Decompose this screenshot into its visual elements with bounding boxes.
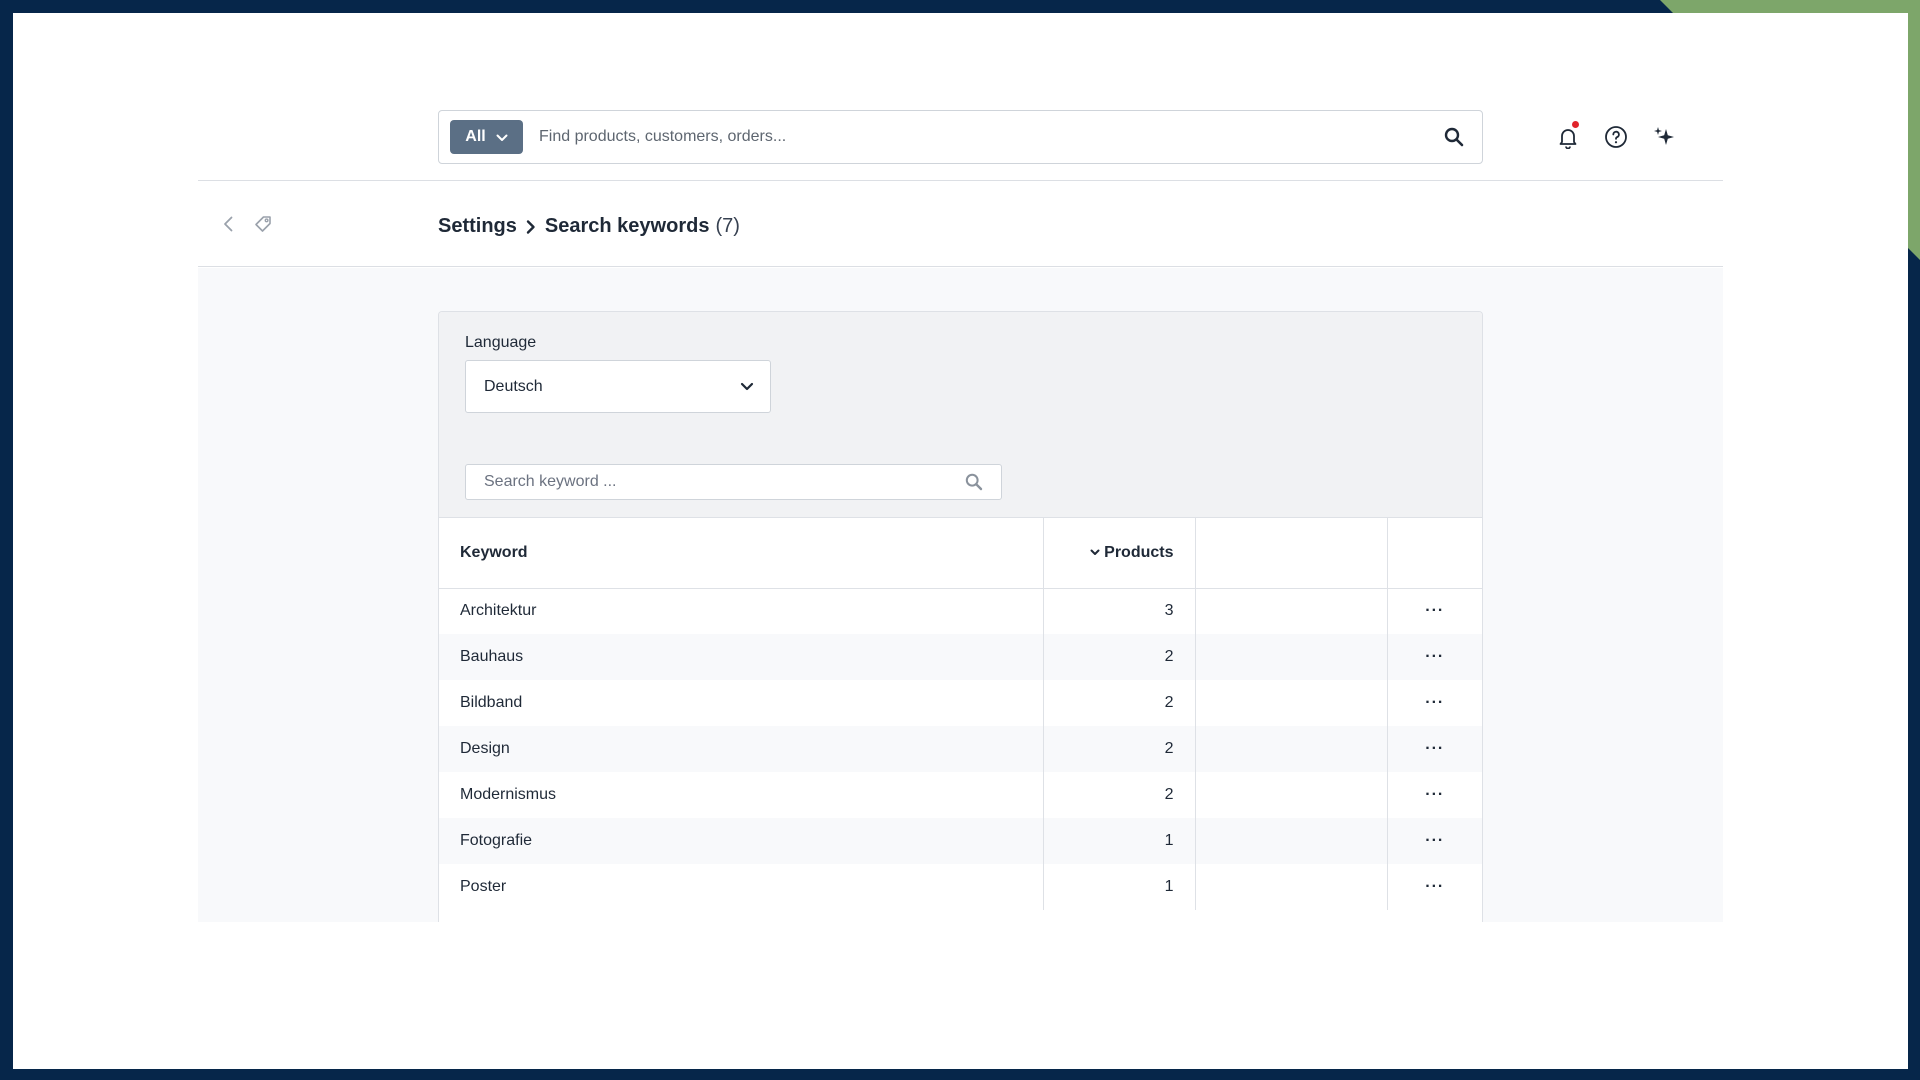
chevron-down-icon [496, 134, 508, 142]
row-actions-cell: ··· [1387, 772, 1482, 818]
chevron-down-icon [740, 382, 754, 391]
row-actions-cell: ··· [1387, 588, 1482, 634]
screen: All Find products, customers, orders... … [13, 13, 1908, 1069]
products-count-cell: 2 [1043, 634, 1196, 680]
breadcrumb-settings-link[interactable]: Settings [438, 215, 517, 238]
language-select-value: Deutsch [484, 377, 543, 395]
sparkles-icon[interactable] [1652, 125, 1676, 149]
more-actions-icon[interactable]: ··· [1425, 694, 1444, 711]
keyword-cell: Design [439, 726, 1044, 772]
table-row[interactable]: Fotografie 1 ··· [439, 818, 1482, 864]
table-row[interactable]: Design 2 ··· [439, 726, 1482, 772]
keyword-cell: Modernismus [439, 772, 1044, 818]
empty-cell [1195, 680, 1388, 726]
column-header-keyword-label: Keyword [460, 543, 528, 561]
bell-icon[interactable] [1556, 121, 1580, 149]
chevron-left-icon[interactable] [220, 215, 238, 233]
row-actions-cell: ··· [1387, 634, 1482, 680]
row-actions-cell: ··· [1387, 864, 1482, 910]
products-count-cell: 2 [1043, 772, 1196, 818]
global-search-input[interactable] [539, 111, 1444, 163]
keyword-cell: Architektur [439, 588, 1044, 634]
table-row[interactable]: Poster 1 ··· [439, 864, 1482, 910]
more-actions-icon[interactable]: ··· [1425, 832, 1444, 849]
top-icons [1556, 121, 1676, 149]
more-actions-icon[interactable]: ··· [1425, 740, 1444, 757]
products-count-cell: 1 [1043, 818, 1196, 864]
keyword-count: (7) [715, 215, 740, 237]
column-header-products[interactable]: Products [1043, 518, 1196, 589]
search-icon[interactable] [1444, 127, 1464, 147]
column-header-empty [1195, 518, 1388, 589]
search-icon[interactable] [965, 473, 983, 491]
table-row[interactable]: Modernismus 2 ··· [439, 772, 1482, 818]
products-count-cell: 2 [1043, 726, 1196, 772]
table-body: Architektur 3 ··· Bauhaus 2 ··· Bildband 2 ··· De… [439, 588, 1482, 910]
sort-descending-icon [1090, 549, 1100, 556]
table-header-row: Keyword Products [439, 518, 1482, 589]
more-actions-icon[interactable]: ··· [1425, 648, 1444, 665]
column-header-actions [1387, 518, 1482, 589]
chevron-right-icon [525, 219, 537, 235]
keyword-search-box [465, 464, 1002, 500]
page-nav-icons [220, 215, 272, 233]
breadcrumb: Settings Search keywords (7) [438, 215, 740, 238]
empty-cell [1195, 864, 1388, 910]
search-scope-button[interactable]: All [450, 120, 523, 154]
column-header-keyword[interactable]: Keyword [439, 518, 1044, 589]
empty-cell [1195, 588, 1388, 634]
keyword-cell: Poster [439, 864, 1044, 910]
search-scope-label: All [465, 128, 486, 145]
more-actions-icon[interactable]: ··· [1425, 602, 1444, 619]
more-actions-icon[interactable]: ··· [1425, 786, 1444, 803]
table-row[interactable]: Architektur 3 ··· [439, 588, 1482, 634]
empty-cell [1195, 818, 1388, 864]
empty-cell [1195, 634, 1388, 680]
keywords-card: Language Deutsch Search keyword ... Keyw… [438, 311, 1483, 922]
keyword-cell: Fotografie [439, 818, 1044, 864]
products-count-cell: 2 [1043, 680, 1196, 726]
top-bar: All [198, 13, 1723, 181]
keyword-cell: Bildband [439, 680, 1044, 726]
row-actions-cell: ··· [1387, 818, 1482, 864]
empty-cell [1195, 726, 1388, 772]
tag-icon[interactable] [254, 215, 272, 233]
content-area: Language Deutsch Search keyword ... Keyw… [198, 268, 1723, 922]
row-actions-cell: ··· [1387, 680, 1482, 726]
help-circle-icon[interactable] [1604, 125, 1628, 149]
row-actions-cell: ··· [1387, 726, 1482, 772]
language-label: Language [465, 334, 537, 351]
notification-badge [1572, 121, 1579, 128]
keywords-table: Keyword Products Architektur 3 ··· Bauhaus 2… [439, 518, 1482, 910]
global-search-bar: All [438, 110, 1483, 164]
column-header-products-label: Products [1104, 543, 1174, 561]
table-row[interactable]: Bildband 2 ··· [439, 680, 1482, 726]
empty-cell [1195, 772, 1388, 818]
page-title: Search keywords [544, 215, 710, 237]
products-count-cell: 3 [1043, 588, 1196, 634]
language-select[interactable]: Deutsch [465, 360, 771, 413]
filter-area: Language Deutsch [439, 312, 1482, 518]
products-count-cell: 1 [1043, 864, 1196, 910]
page-header: Settings Search keywords (7) [198, 181, 1723, 267]
app: All Find products, customers, orders... … [198, 13, 1723, 1069]
keyword-cell: Bauhaus [439, 634, 1044, 680]
more-actions-icon[interactable]: ··· [1425, 878, 1444, 895]
keyword-search-input[interactable] [466, 465, 965, 499]
table-row[interactable]: Bauhaus 2 ··· [439, 634, 1482, 680]
